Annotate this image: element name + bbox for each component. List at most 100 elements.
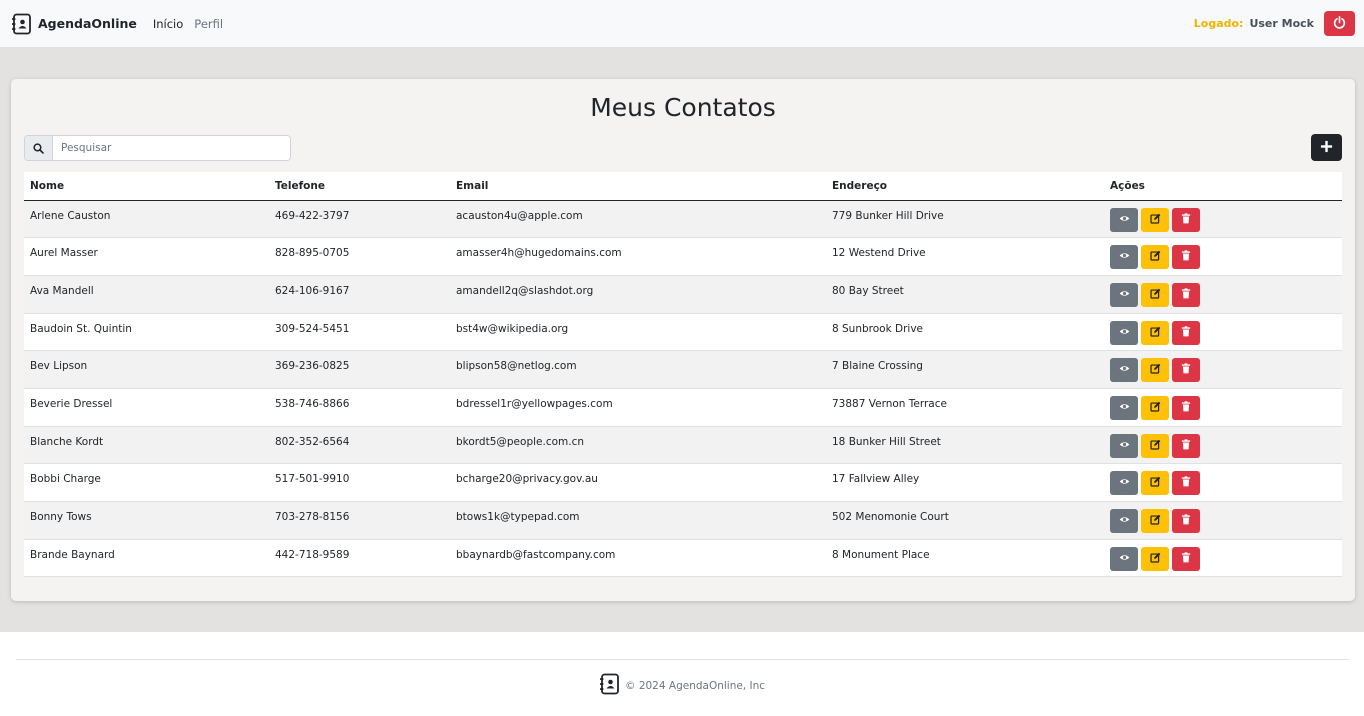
view-contact-button[interactable] (1110, 207, 1138, 232)
action-buttons (1110, 245, 1336, 270)
cell-address: 18 Bunker Hill Street (832, 435, 941, 448)
cell-actions (1104, 502, 1342, 540)
eye-icon (1119, 514, 1130, 528)
cell-address: 779 Bunker Hill Drive (832, 209, 944, 222)
contacts-table-wrapper: Nome Telefone Email Endereço Ações Arlen… (24, 172, 1342, 577)
view-contact-button[interactable] (1110, 433, 1138, 458)
delete-contact-button[interactable] (1172, 471, 1200, 496)
delete-contact-button[interactable] (1172, 282, 1200, 307)
edit-icon (1149, 552, 1161, 566)
edit-contact-button[interactable] (1141, 546, 1169, 571)
eye-icon (1119, 326, 1130, 340)
edit-contact-button[interactable] (1141, 358, 1169, 383)
cell-name: Bobbi Charge (30, 473, 101, 486)
cell-actions (1104, 388, 1342, 426)
edit-icon (1149, 250, 1161, 264)
cell-email: bst4w@wikipedia.org (456, 322, 569, 335)
action-buttons (1110, 509, 1336, 533)
delete-contact-button[interactable] (1172, 207, 1200, 232)
cell-email: bdressel1r@yellowpages.com (456, 397, 613, 410)
edit-icon (1149, 288, 1161, 302)
edit-icon (1149, 514, 1161, 528)
delete-contact-button[interactable] (1172, 358, 1200, 383)
cell-phone: 624-106-9167 (275, 284, 350, 297)
cell-name: Bev Lipson (30, 360, 88, 373)
table-row: Aurel Masser 828-895-0705 amasser4h@hugedo… (24, 237, 1342, 276)
view-contact-button[interactable] (1110, 320, 1138, 345)
search-input[interactable] (53, 136, 290, 160)
edit-contact-button[interactable] (1141, 509, 1169, 533)
cell-name: Arlene Causton (30, 209, 111, 222)
cell-phone: 802-352-6564 (275, 435, 350, 448)
eye-icon (1119, 476, 1130, 490)
cell-actions (1104, 464, 1342, 502)
delete-contact-button[interactable] (1172, 320, 1200, 345)
cell-email: blipson58@netlog.com (456, 360, 577, 373)
action-buttons (1110, 471, 1336, 496)
edit-contact-button[interactable] (1141, 320, 1169, 345)
cell-phone: 369-236-0825 (275, 360, 350, 373)
cell-address: 7 Blaine Crossing (832, 360, 923, 373)
cell-name: Baudoin St. Quintin (30, 322, 132, 335)
trash-icon (1181, 212, 1191, 227)
eye-icon (1119, 552, 1130, 566)
cell-name: Ava Mandell (30, 284, 94, 297)
edit-contact-button[interactable] (1141, 207, 1169, 232)
cell-address: 80 Bay Street (832, 284, 904, 297)
cell-name: Bonny Tows (30, 511, 92, 523)
cell-name: Blanche Kordt (30, 435, 104, 448)
footer-content: © 2024 AgendaOnline, Inc (0, 673, 1364, 698)
nav-link-perfil[interactable]: Perfil (194, 17, 223, 31)
header-acoes: Ações (1110, 179, 1145, 192)
delete-contact-button[interactable] (1172, 433, 1200, 458)
cell-phone: 309-524-5451 (275, 322, 350, 335)
edit-contact-button[interactable] (1141, 395, 1169, 420)
edit-icon (1149, 476, 1161, 490)
header-endereco: Endereço (832, 179, 888, 192)
brand[interactable]: AgendaOnline (11, 13, 137, 35)
delete-contact-button[interactable] (1172, 245, 1200, 270)
edit-contact-button[interactable] (1141, 433, 1169, 458)
delete-contact-button[interactable] (1172, 546, 1200, 571)
view-contact-button[interactable] (1110, 471, 1138, 496)
table-row: Baudoin St. Quintin 309-524-5451 bst4w@wik… (24, 313, 1342, 351)
add-contact-button[interactable] (1311, 134, 1342, 161)
edit-icon (1149, 326, 1161, 340)
plus-icon (1320, 138, 1333, 157)
eye-icon (1119, 401, 1130, 415)
brand-name: AgendaOnline (38, 16, 137, 31)
footer: © 2024 AgendaOnline, Inc (0, 632, 1364, 716)
view-contact-button[interactable] (1110, 358, 1138, 383)
delete-contact-button[interactable] (1172, 395, 1200, 420)
table-row: Beverie Dressel 538-746-8866 bdressel1r@ye… (24, 388, 1342, 427)
table-row: Brande Baynard 442-718-9589 bbaynardb@fast… (24, 539, 1342, 577)
search-group (24, 135, 291, 161)
view-contact-button[interactable] (1110, 395, 1138, 420)
delete-contact-button[interactable] (1172, 509, 1200, 533)
view-contact-button[interactable] (1110, 509, 1138, 533)
cell-actions (1104, 351, 1342, 389)
nav-link-inicio[interactable]: Início (153, 17, 183, 31)
cell-phone: 469-422-3797 (275, 209, 350, 222)
trash-icon (1181, 250, 1191, 264)
cell-actions (1104, 313, 1342, 351)
view-contact-button[interactable] (1110, 546, 1138, 571)
cell-name: Beverie Dressel (30, 397, 113, 410)
logout-button[interactable] (1324, 11, 1355, 36)
nav-links: Início Perfil (153, 17, 223, 31)
table-row: Bev Lipson 369-236-0825 blipson58@netlog.c… (24, 350, 1342, 389)
edit-contact-button[interactable] (1141, 471, 1169, 496)
cell-phone: 442-718-9589 (275, 548, 350, 561)
table-row: Blanche Kordt 802-352-6564 bkordt5@people.… (24, 426, 1342, 464)
cell-phone: 828-895-0705 (275, 247, 350, 260)
edit-contact-button[interactable] (1141, 245, 1169, 270)
trash-icon (1181, 363, 1191, 377)
trash-icon (1181, 514, 1191, 528)
contacts-card: Meus Contatos Nome Telefone (11, 79, 1355, 601)
view-contact-button[interactable] (1110, 282, 1138, 307)
view-contact-button[interactable] (1110, 245, 1138, 270)
edit-icon (1149, 401, 1161, 415)
edit-contact-button[interactable] (1141, 282, 1169, 307)
cell-email: bbaynardb@fastcompany.com (456, 548, 616, 561)
trash-icon (1181, 288, 1191, 302)
